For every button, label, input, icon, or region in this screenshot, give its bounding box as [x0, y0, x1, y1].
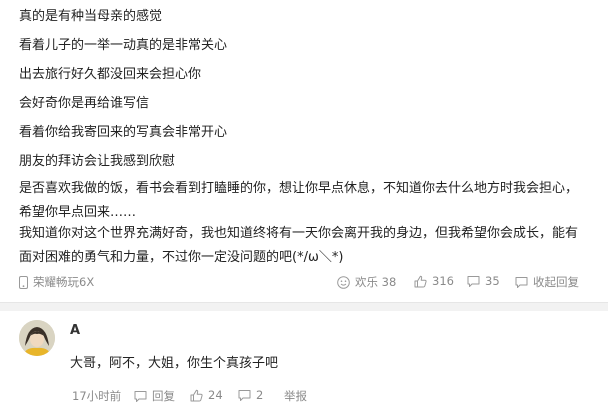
thumbs-up-icon [190, 389, 208, 402]
report-button[interactable]: 举报 [284, 388, 307, 404]
post-line: 看着儿子的一举一动真的是非常关心 [19, 38, 228, 53]
fun-label: 欢乐 38 [355, 275, 397, 289]
reply-time: 17小时前 [72, 389, 122, 403]
post-line: 会好奇你是再给谁写信 [19, 96, 150, 111]
post-card: 真的是有种当母亲的感觉 看着儿子的一举一动真的是非常关心 出去旅行好久都没回来会… [0, 0, 608, 300]
collapse-label: 收起回复 [533, 275, 579, 289]
phone-icon [19, 275, 33, 289]
like-button[interactable]: 316 [414, 274, 454, 288]
reply-comment-count: 2 [256, 388, 264, 402]
post-line: 看着你给我寄回来的写真会非常开心 [19, 125, 228, 140]
post-line: 出去旅行好久都没回来会担心你 [19, 67, 202, 82]
like-count: 316 [432, 274, 454, 288]
post-paragraph: 我知道你对这个世界充满好奇，我也知道终将有一天你会离开我的身边，但我希望你会成长… [19, 226, 579, 265]
section-divider [0, 302, 608, 311]
avatar[interactable] [19, 320, 55, 356]
comment-icon [134, 390, 152, 403]
post-meta-bar: 荣耀畅玩6X 欢乐 38 316 35 收起回复 [0, 270, 608, 294]
post-line: 真的是有种当母亲的感觉 [19, 9, 163, 24]
post-paragraph: 是否喜欢我做的饭，看书会看到打瞌睡的你，想让你早点休息，不知道你去什么地方时我会… [19, 181, 579, 220]
reply-like-count: 24 [208, 388, 223, 402]
reply-text: 大哥，阿不，大姐，你生个真孩子吧 [70, 356, 279, 371]
thumbs-up-icon [414, 275, 432, 288]
reply-like-button[interactable]: 24 [190, 388, 223, 402]
device-name: 荣耀畅玩6X [33, 275, 95, 289]
reply-comment-button[interactable]: 2 [238, 388, 263, 402]
comment-icon [515, 276, 533, 289]
post-line: 朋友的拜访会让我感到欣慰 [19, 154, 176, 169]
fun-button[interactable]: 欢乐 38 [337, 274, 396, 290]
device-label: 荣耀畅玩6X [19, 274, 94, 290]
smile-icon [337, 275, 355, 289]
reply-username[interactable]: A [70, 323, 80, 338]
comment-count: 35 [485, 274, 500, 288]
reply-meta-bar: 17小时前 回复 24 2 举报 [0, 385, 608, 405]
reply-button[interactable]: 回复 [134, 388, 175, 404]
comment-icon [467, 275, 485, 288]
reply-label: 回复 [152, 389, 175, 403]
comment-button[interactable]: 35 [467, 274, 500, 288]
comment-icon [238, 389, 256, 402]
collapse-replies-button[interactable]: 收起回复 [515, 274, 579, 290]
